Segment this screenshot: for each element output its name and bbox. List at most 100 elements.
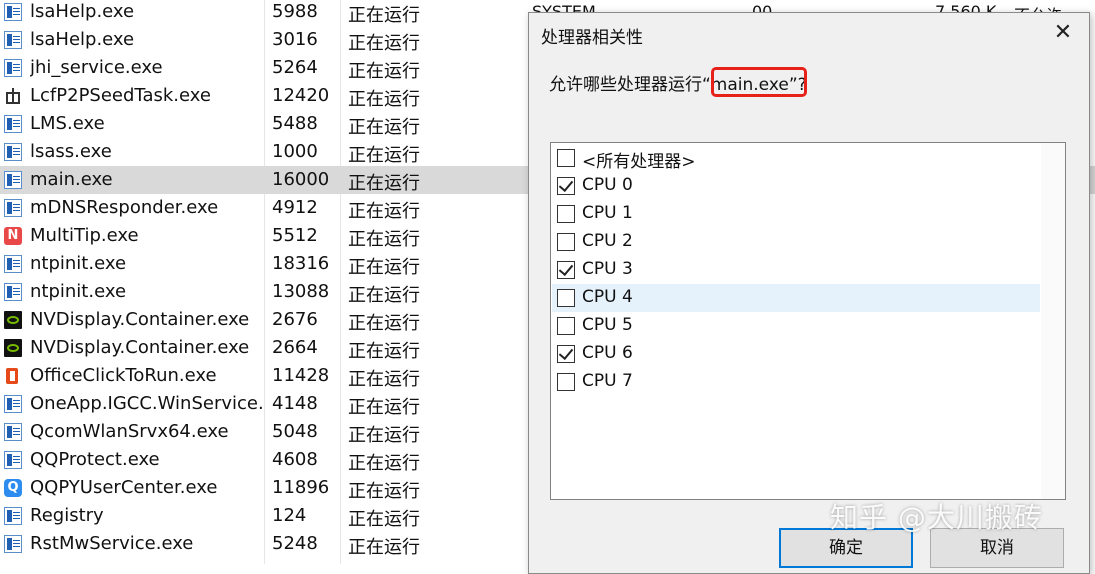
process-pid: 18316 bbox=[272, 253, 330, 274]
cpu-label: CPU 4 bbox=[582, 287, 633, 307]
app-window-icon bbox=[4, 535, 22, 553]
process-status: 正在运行 bbox=[348, 117, 420, 138]
process-pid: 5988 bbox=[272, 1, 318, 22]
app-window-icon bbox=[4, 59, 22, 77]
process-name: OneApp.IGCC.WinService.... bbox=[30, 393, 262, 414]
app-window-icon bbox=[4, 115, 22, 133]
checkbox[interactable] bbox=[557, 289, 575, 307]
process-name: lsass.exe bbox=[30, 141, 112, 162]
process-status: 正在运行 bbox=[348, 537, 420, 558]
process-status: 正在运行 bbox=[348, 257, 420, 278]
app-window-icon bbox=[4, 507, 22, 525]
process-status: 正在运行 bbox=[348, 313, 420, 334]
process-name: LcfP2PSeedTask.exe bbox=[30, 85, 211, 106]
process-pid: 4148 bbox=[272, 393, 318, 414]
checkbox[interactable] bbox=[557, 317, 575, 335]
app-window-icon bbox=[4, 451, 22, 469]
highlight-box bbox=[711, 67, 807, 97]
checkbox[interactable] bbox=[557, 176, 575, 195]
nvidia-icon bbox=[4, 339, 22, 357]
cpu-item[interactable]: CPU 2 bbox=[552, 228, 1040, 256]
process-pid: 124 bbox=[272, 505, 307, 526]
nvidia-icon bbox=[4, 311, 22, 329]
app-window-icon bbox=[4, 255, 22, 273]
cpu-item[interactable]: CPU 7 bbox=[552, 368, 1040, 396]
checkmark-icon bbox=[558, 344, 574, 361]
checkbox[interactable] bbox=[557, 233, 575, 251]
process-status: 正在运行 bbox=[348, 145, 420, 166]
process-status: 正在运行 bbox=[348, 425, 420, 446]
app-window-icon bbox=[4, 199, 22, 217]
process-status: 正在运行 bbox=[348, 509, 420, 530]
cpu-item[interactable]: CPU 6 bbox=[552, 340, 1040, 368]
cpu-item[interactable]: CPU 4 bbox=[552, 284, 1040, 312]
process-pid: 5512 bbox=[272, 225, 318, 246]
checkbox[interactable] bbox=[557, 205, 575, 223]
process-pid: 5248 bbox=[272, 533, 318, 554]
process-name: lsaHelp.exe bbox=[30, 1, 135, 22]
process-name: MultiTip.exe bbox=[30, 225, 139, 246]
qq-pinyin-icon: Q bbox=[4, 479, 22, 497]
process-name: RstMwService.exe bbox=[30, 533, 194, 554]
process-status: 正在运行 bbox=[348, 369, 420, 390]
cpu-item[interactable]: CPU 1 bbox=[552, 200, 1040, 228]
app-window-icon bbox=[4, 3, 22, 21]
process-name: main.exe bbox=[30, 169, 113, 190]
process-pid: 12420 bbox=[272, 85, 330, 106]
process-status: 正在运行 bbox=[348, 61, 420, 82]
process-pid: 5048 bbox=[272, 421, 318, 442]
cpu-item[interactable]: <所有处理器> bbox=[552, 144, 1040, 172]
close-icon[interactable]: ✕ bbox=[1051, 21, 1075, 45]
cpu-item[interactable]: CPU 5 bbox=[552, 312, 1040, 340]
process-pid: 3016 bbox=[272, 29, 318, 50]
cpu-label: CPU 7 bbox=[582, 371, 633, 391]
process-name: mDNSResponder.exe bbox=[30, 197, 219, 218]
cpu-checkbox-list[interactable]: <所有处理器> CPU 0 CPU 1 CPU 2 CPU 3 CPU 4 CPU 5 CPU… bbox=[550, 142, 1066, 500]
process-name: lsaHelp.exe bbox=[30, 29, 135, 50]
process-pid: 13088 bbox=[272, 281, 330, 302]
process-pid: 2664 bbox=[272, 337, 318, 358]
process-pid: 16000 bbox=[272, 169, 330, 190]
process-status: 正在运行 bbox=[348, 453, 420, 474]
app-window-icon bbox=[4, 423, 22, 441]
process-name: LMS.exe bbox=[30, 113, 105, 134]
process-name: jhi_service.exe bbox=[30, 57, 163, 78]
process-status: 正在运行 bbox=[348, 173, 420, 194]
processor-affinity-dialog: 处理器相关性 ✕ 允许哪些处理器运行“main.exe”? <所有处理器> CPU… bbox=[528, 12, 1090, 574]
process-pid: 2676 bbox=[272, 309, 318, 330]
checkbox[interactable] bbox=[557, 149, 575, 167]
checkbox[interactable] bbox=[557, 344, 575, 363]
process-name: QcomWlanSrvx64.exe bbox=[30, 421, 229, 442]
process-name: NVDisplay.Container.exe bbox=[30, 337, 250, 358]
cpu-item[interactable]: CPU 0 bbox=[552, 172, 1040, 200]
multitip-icon: N bbox=[4, 227, 22, 245]
process-status: 正在运行 bbox=[348, 397, 420, 418]
cpu-label: CPU 2 bbox=[582, 231, 633, 251]
process-pid: 4608 bbox=[272, 449, 318, 470]
process-name: QQProtect.exe bbox=[30, 449, 160, 470]
cpu-label: CPU 3 bbox=[582, 259, 633, 279]
process-status: 正在运行 bbox=[348, 285, 420, 306]
process-status: 正在运行 bbox=[348, 229, 420, 250]
cpu-item[interactable]: CPU 3 bbox=[552, 256, 1040, 284]
gift-icon bbox=[4, 87, 22, 105]
app-window-icon bbox=[4, 31, 22, 49]
cpu-label: CPU 5 bbox=[582, 315, 633, 335]
scrollbar[interactable] bbox=[1041, 143, 1065, 499]
process-status: 正在运行 bbox=[348, 33, 420, 54]
process-pid: 1000 bbox=[272, 141, 318, 162]
process-name: OfficeClickToRun.exe bbox=[30, 365, 217, 386]
cpu-label: CPU 1 bbox=[582, 203, 633, 223]
checkbox[interactable] bbox=[557, 260, 575, 279]
checkmark-icon bbox=[558, 260, 574, 277]
process-name: Registry bbox=[30, 505, 104, 526]
process-pid: 5488 bbox=[272, 113, 318, 134]
process-name: ntpinit.exe bbox=[30, 253, 127, 274]
process-name: ntpinit.exe bbox=[30, 281, 127, 302]
process-pid: 4912 bbox=[272, 197, 318, 218]
process-status: 正在运行 bbox=[348, 89, 420, 110]
checkbox[interactable] bbox=[557, 373, 575, 391]
process-pid: 11428 bbox=[272, 365, 330, 386]
process-pid: 5264 bbox=[272, 57, 318, 78]
watermark: 知乎 @大川搬砖 bbox=[830, 501, 1043, 534]
